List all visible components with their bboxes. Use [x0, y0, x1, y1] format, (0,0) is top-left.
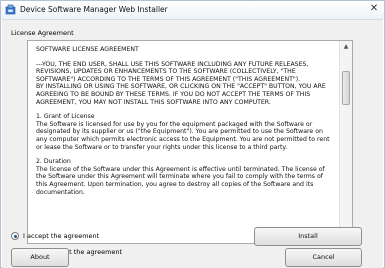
- installer-app-icon: [5, 4, 16, 15]
- about-button[interactable]: About: [11, 248, 69, 267]
- window-title: Device Software Manager Web Installer: [20, 5, 168, 14]
- installer-window: Device Software Manager Web Installer ✕ …: [0, 0, 385, 268]
- cancel-button[interactable]: Cancel: [285, 248, 362, 267]
- scroll-up-arrow-icon[interactable]: ▲: [340, 41, 352, 53]
- license-scrollbar[interactable]: ▲ ▼: [339, 41, 352, 243]
- close-icon[interactable]: ✕: [369, 4, 379, 14]
- license-text-box[interactable]: SOFTWARE LICENSE AGREEMENT ---YOU, THE E…: [27, 40, 353, 244]
- license-preamble: ---YOU, THE END USER, SHALL USE THIS SOF…: [36, 60, 326, 106]
- accept-label: I accept the agreement: [23, 232, 100, 240]
- scrollbar-thumb[interactable]: [342, 71, 350, 105]
- install-button[interactable]: Install: [254, 227, 362, 246]
- license-section-duration: 2. Duration The license of the Software …: [36, 158, 325, 196]
- title-bar[interactable]: Device Software Manager Web Installer ✕: [1, 1, 384, 19]
- license-heading: SOFTWARE LICENSE AGREEMENT: [36, 46, 139, 53]
- accept-option[interactable]: I accept the agreement: [11, 231, 99, 241]
- accept-radio[interactable]: [11, 232, 19, 240]
- license-group-label: License Agreement: [11, 29, 74, 37]
- installer-body: License Agreement SOFTWARE LICENSE AGREE…: [2, 19, 383, 268]
- license-text: SOFTWARE LICENSE AGREEMENT ---YOU, THE E…: [36, 46, 335, 203]
- license-section-grant: 1. Grant of License The Software is lice…: [36, 113, 330, 151]
